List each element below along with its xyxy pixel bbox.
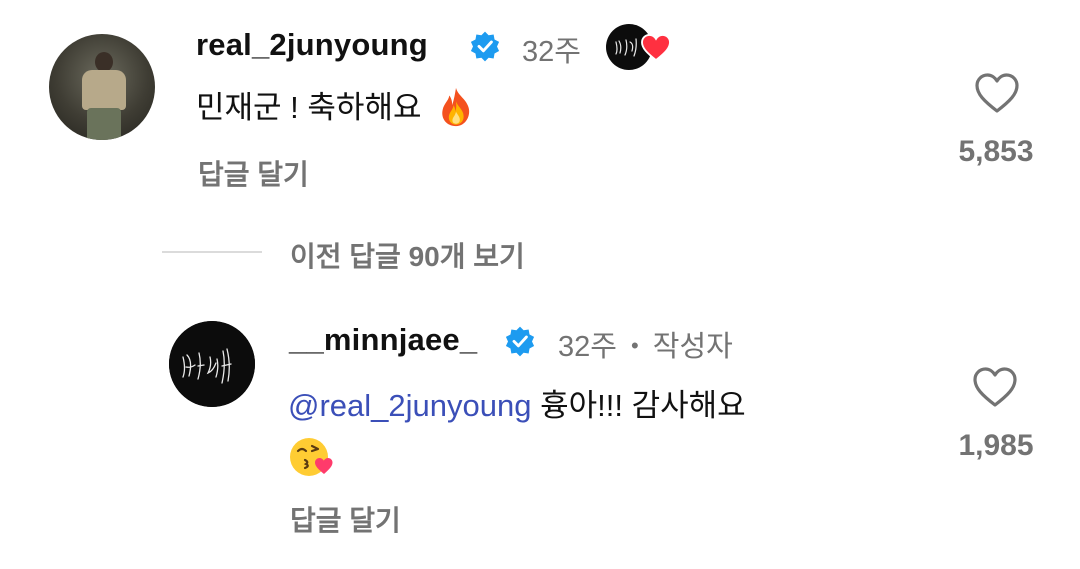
avatar-minnjaee[interactable]	[169, 321, 255, 407]
comment1-like-heart-icon[interactable]	[974, 72, 1020, 114]
comment1-time: 32주	[522, 36, 581, 68]
avatar-figure	[95, 52, 113, 72]
comment2-meta: 32주 • 작성자	[558, 323, 733, 365]
comment1-body: 민재군 ! 축하해요	[196, 90, 422, 125]
avatar-real-2junyoung[interactable]	[49, 34, 155, 140]
meta-separator: •	[631, 333, 639, 358]
author-badge: 작성자	[652, 331, 733, 363]
comment2-reply-button[interactable]: 답글 달기	[290, 499, 401, 539]
comment1-reply-button[interactable]: 답글 달기	[198, 153, 309, 193]
verified-badge-icon	[505, 326, 535, 357]
comment1-username[interactable]: real_2junyoung	[196, 27, 428, 63]
thread-divider-line	[162, 251, 262, 253]
comment1-like-count: 5,853	[958, 135, 1034, 168]
verified-badge-icon	[470, 31, 500, 62]
kissing-heart-emoji-icon	[290, 438, 333, 476]
fire-emoji-icon	[442, 87, 470, 126]
comment2-time: 32주	[558, 331, 617, 363]
comment2-like-count: 1,985	[958, 429, 1034, 462]
comment2-like-heart-icon[interactable]	[972, 366, 1018, 408]
view-previous-replies-button[interactable]: 이전 답글 90개 보기	[290, 235, 525, 275]
signature-logo	[169, 321, 255, 407]
heart-filled-icon	[641, 34, 671, 62]
comment2-text: @real_2junyoung 흉아!!! 감사해요	[288, 384, 908, 480]
mention-link[interactable]: @real_2junyoung	[288, 388, 531, 423]
comment1-text: 민재군 ! 축하해요	[196, 86, 476, 130]
liked-by-author-indicator	[606, 24, 671, 70]
comment2-username[interactable]: __minnjaee_	[289, 322, 477, 358]
comment2-body: 흉아!!! 감사해요	[540, 388, 746, 423]
